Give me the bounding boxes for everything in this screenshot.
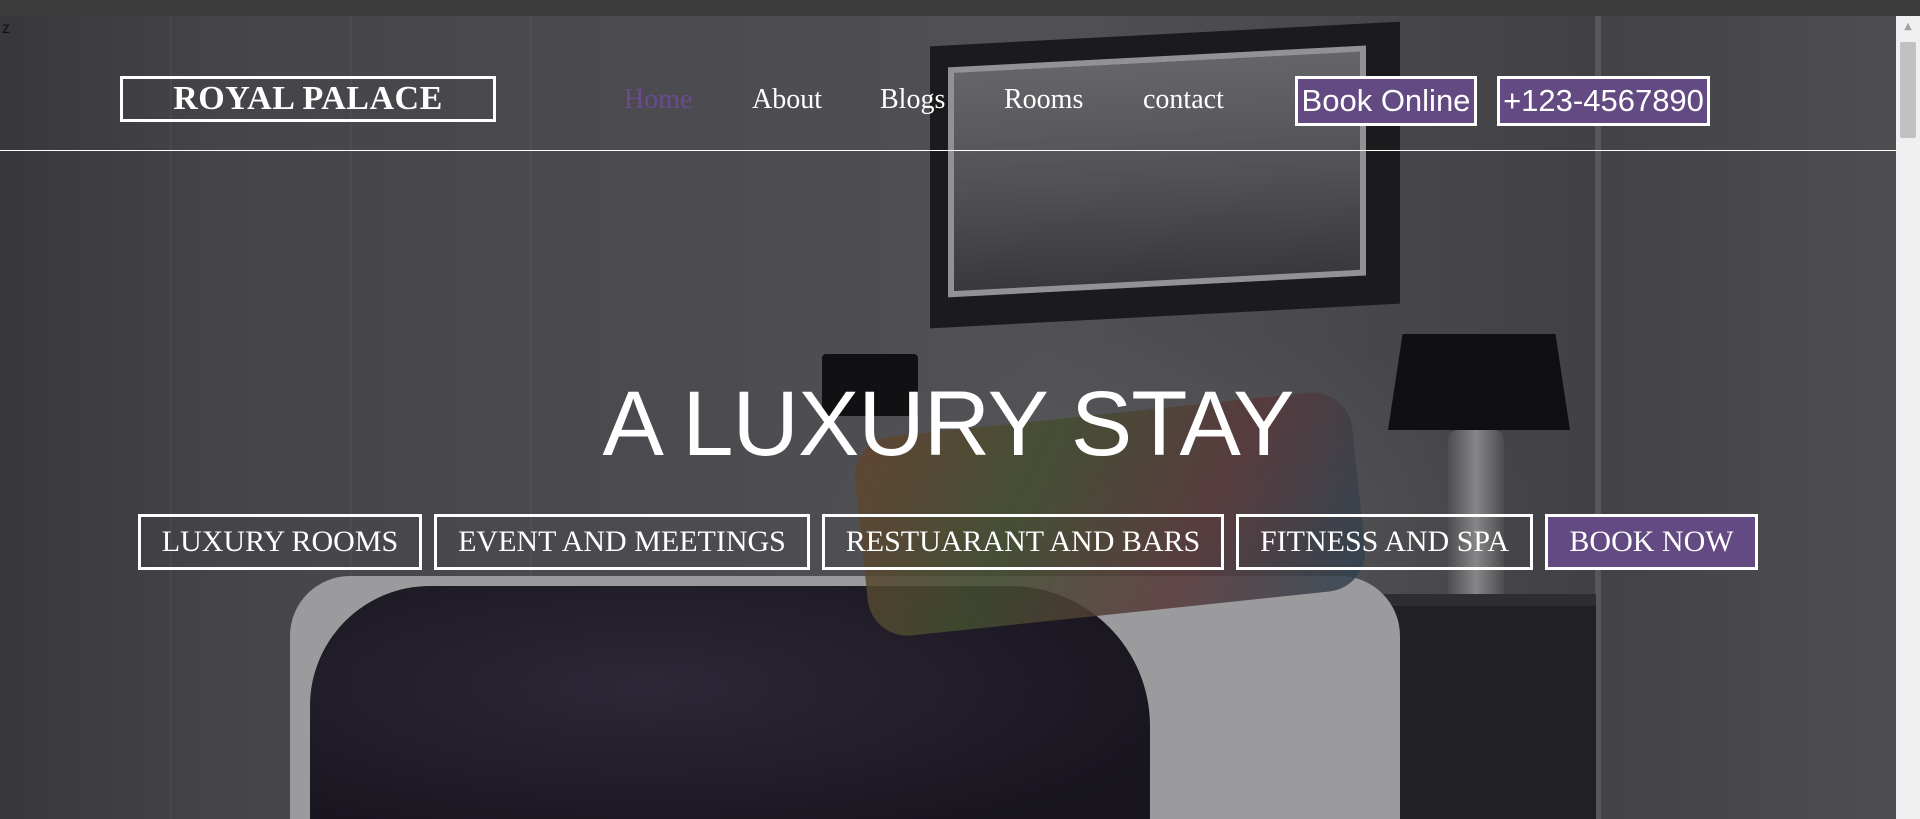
- nav-about[interactable]: About: [752, 84, 822, 116]
- nav-home[interactable]: Home: [624, 84, 692, 116]
- nav-rooms[interactable]: Rooms: [1004, 84, 1083, 116]
- nav-blogs[interactable]: Blogs: [880, 84, 945, 116]
- browser-top-bar: [0, 0, 1920, 16]
- book-online-button[interactable]: Book Online: [1295, 76, 1477, 126]
- chevron-up-icon[interactable]: ▲: [1896, 16, 1920, 36]
- site-logo[interactable]: ROYAL PALACE: [120, 76, 496, 122]
- phone-button[interactable]: +123-4567890: [1497, 76, 1710, 126]
- corner-text: z: [2, 20, 10, 37]
- header-divider: [0, 150, 1896, 151]
- vertical-scrollbar[interactable]: ▲: [1896, 16, 1920, 819]
- hero-title: A LUXURY STAY: [602, 373, 1295, 475]
- restaurant-bars-button[interactable]: RESTUARANT AND BARS: [822, 514, 1224, 570]
- luxury-rooms-button[interactable]: LUXURY ROOMS: [138, 514, 422, 570]
- event-meetings-button[interactable]: EVENT AND MEETINGS: [434, 514, 810, 570]
- nav-contact[interactable]: contact: [1143, 84, 1224, 116]
- fitness-spa-button[interactable]: FITNESS AND SPA: [1236, 514, 1533, 570]
- scrollbar-thumb[interactable]: [1900, 42, 1916, 138]
- book-now-button[interactable]: BOOK NOW: [1545, 514, 1758, 570]
